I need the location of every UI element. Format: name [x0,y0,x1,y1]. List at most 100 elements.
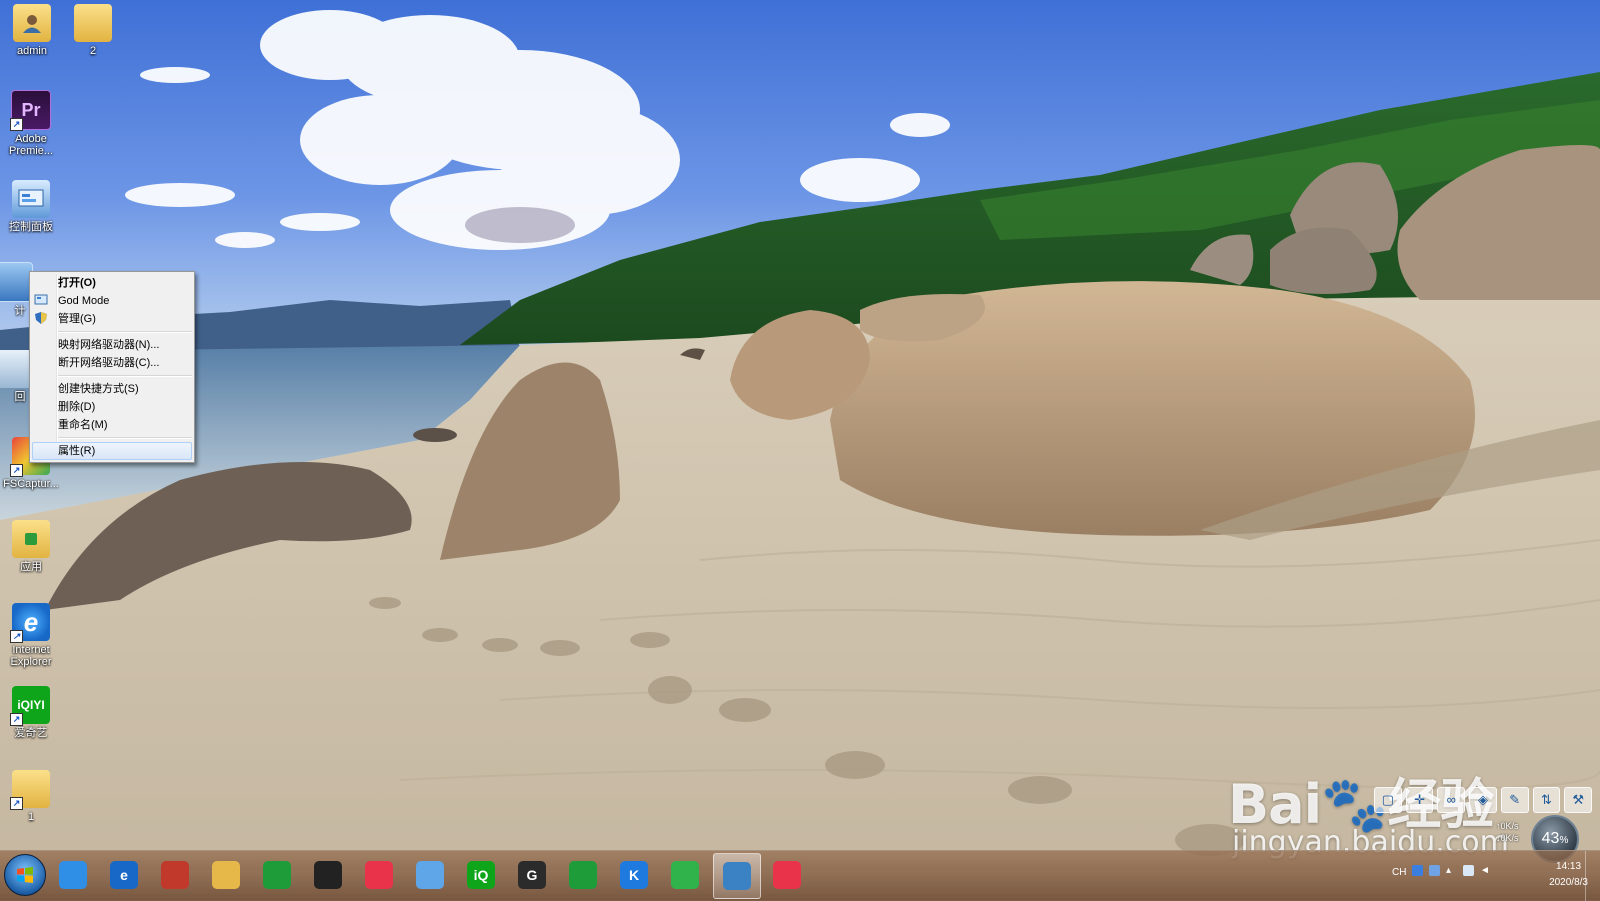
help-tray-icon[interactable] [1429,865,1440,876]
internet-explorer-icon: e ↗ [10,603,50,643]
file-explorer-icon [212,861,240,889]
desktop-icon-label: 爱奇艺 [14,727,48,739]
system-tray: CH ▴ ◄ 14:13 2020/8/3 [1386,851,1596,901]
shortcut-arrow-icon: ↗ [10,464,23,477]
control-panel-icon [12,180,50,218]
taskbar-app-button[interactable] [50,853,96,897]
tray-icons: ▴ ◄ [1412,865,1491,876]
taskbar-app-button[interactable] [764,853,810,897]
browser-360-icon [59,861,87,889]
taskbar-app-button[interactable]: G [509,853,555,897]
shield-icon[interactable]: ◈ [1469,787,1497,813]
menu-item-disconnect-network-drive[interactable]: 断开网络驱动器(C)... [30,354,194,372]
taskbar-app-button[interactable] [305,853,351,897]
desktop-icon-control-panel[interactable]: 控制面板 [0,180,62,233]
wrench-icon[interactable]: ⚒ [1564,787,1593,813]
clock-time: 14:13 [1556,861,1582,872]
desktop-icon-admin[interactable]: admin [1,4,63,57]
fscapture-taskbar-icon [723,862,751,890]
perf-percent: 43 [1541,830,1560,847]
desktop-icon-adobe-premiere[interactable]: Pr ↗ Adobe Premie... [0,90,62,157]
desktop-icon-internet-explorer[interactable]: e ↗ Internet Explorer [0,603,62,668]
taskbar-app-button[interactable] [203,853,249,897]
chevron-up-icon[interactable]: ▴ [1446,865,1457,876]
taskbar-app-button[interactable]: e [101,853,147,897]
taskbar-app-button[interactable] [254,853,300,897]
taskbar-app-button[interactable] [152,853,198,897]
windows-start-icon [17,867,33,883]
iqiyi-icon: iQIYI ↗ [10,686,50,726]
menu-item-rename[interactable]: 重命名(M) [30,416,194,434]
qq-tray-icon[interactable] [1412,865,1423,876]
edit-icon[interactable]: ✎ [1500,787,1529,813]
premiere-glyph: Pr [21,100,41,120]
desktop-icon-label: 2 [89,45,97,57]
desktop-icon-label: 控制面板 [9,221,53,233]
menu-separator [56,331,192,333]
user-folder-icon [13,4,51,42]
desktop-icon-label: 1 [27,811,35,823]
folder-icon [74,4,112,42]
media-player-icon [671,861,699,889]
menu-item-open[interactable]: 打开(O) [30,274,194,292]
menu-item-label: 属性(R) [58,445,96,457]
crosshair-icon[interactable]: ✛ [1405,787,1434,813]
network-icon[interactable] [1463,865,1474,876]
recycle-bin-icon [0,350,32,388]
taskbar-app-button[interactable]: iQ [458,853,504,897]
network-speed: ↑0K/s ↓0K/s [1496,820,1519,844]
ie-glyph: e [23,607,39,637]
menu-item-delete[interactable]: 删除(D) [30,398,194,416]
perf-unit: % [1559,835,1569,846]
desktop-icon-apps[interactable]: 应用 [0,520,62,573]
apps-folder-icon [12,520,50,558]
youku-icon [365,861,393,889]
clock[interactable]: 14:13 2020/8/3 [1549,859,1588,891]
link-icon[interactable]: ∞ [1437,787,1466,813]
taskbar-app-button[interactable]: K [611,853,657,897]
floating-toolbar: ▢ ✛ ∞ ◈ ✎ ⇅ ⚒ [1374,787,1593,815]
taskbar-app-button[interactable] [662,853,708,897]
qq-icon [314,861,342,889]
desktop-icon-label: FSCaptur... [3,478,59,490]
shortcut-arrow-icon: ↗ [10,118,23,131]
menu-item-label: 删除(D) [58,401,96,413]
paper-plane-icon [416,861,444,889]
menu-separator [56,375,192,377]
internet-explorer-icon: e [110,861,138,889]
menu-item-manage[interactable]: 管理(G) [30,310,194,328]
split-icon[interactable]: ⇅ [1532,787,1561,813]
taskbar-app-button[interactable] [407,853,453,897]
desktop-icon-2[interactable]: 2 [62,4,124,57]
shortcut-arrow-icon: ↗ [10,630,23,643]
language-indicator[interactable]: CH [1392,867,1406,878]
menu-separator [56,437,192,439]
menu-item-label: 重命名(M) [58,419,108,431]
desktop-icon-iqiyi[interactable]: iQIYI ↗ 爱奇艺 [0,686,62,739]
menu-item-create-shortcut[interactable]: 创建快捷方式(S) [30,380,194,398]
youku-icon [773,861,801,889]
folder-icon: ↗ [10,770,50,810]
context-menu: 打开(O) God Mode 管理(G) 映射网络驱动器(N)... 断开网络驱… [29,271,195,463]
menu-item-label: 创建快捷方式(S) [58,383,139,395]
screenshot-icon[interactable]: ▢ [1374,787,1402,813]
desktop-icon-label: Internet Explorer [10,644,52,668]
taskbar: e iQ G K CH ▴ ◄ 14:13 2020/8/3 [0,850,1600,901]
desktop-icon-1[interactable]: ↗ 1 [0,770,62,823]
taskbar-app-button[interactable] [356,853,402,897]
shield-icon [34,312,48,325]
taskbar-app-button[interactable] [713,853,761,899]
god-mode-icon [34,294,48,307]
net-unit: K/s [1505,821,1519,831]
menu-item-god-mode[interactable]: God Mode [30,292,194,310]
menu-item-map-network-drive[interactable]: 映射网络驱动器(N)... [30,336,194,354]
show-desktop-button[interactable] [1585,851,1596,901]
shortcut-arrow-icon: ↗ [10,797,23,810]
sheet-app-icon [569,861,597,889]
taskbar-app-button[interactable] [560,853,606,897]
start-button[interactable] [4,854,46,896]
menu-item-properties[interactable]: 属性(R) [32,442,192,460]
game-icon [161,861,189,889]
volume-icon[interactable]: ◄ [1480,865,1491,876]
menu-item-label: 断开网络驱动器(C)... [58,357,160,369]
